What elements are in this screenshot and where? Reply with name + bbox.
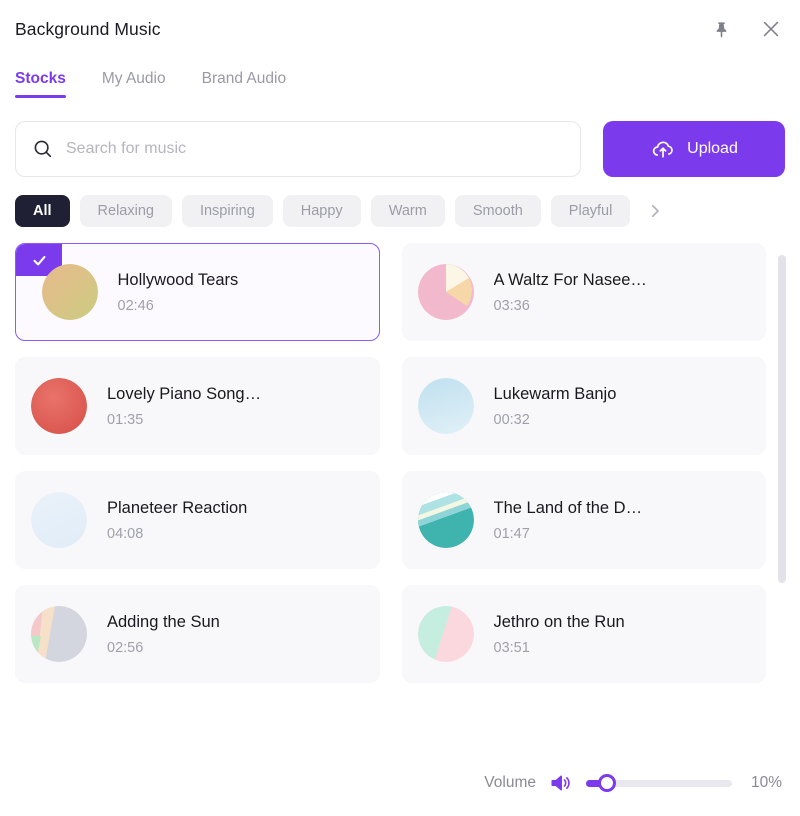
chip-smooth-label: Smooth (472, 203, 523, 219)
track-duration: 01:35 (107, 411, 144, 428)
track-meta (494, 744, 751, 752)
track-card[interactable] (15, 699, 380, 758)
track-card[interactable]: Planeteer Reaction 04:08 (15, 471, 380, 569)
track-list-scrollbar[interactable] (778, 255, 786, 598)
track-card[interactable]: A Waltz For Nasee… 03:36 (401, 243, 766, 341)
chip-all[interactable]: All (15, 195, 70, 227)
track-title: Planeteer Reaction (107, 498, 248, 517)
track-title: A Waltz For Nasee… (493, 270, 647, 289)
chip-playful-label: Playful (568, 203, 613, 219)
chip-all-label: All (33, 203, 52, 219)
volume-bar: Volume 10% (0, 758, 800, 816)
chevron-right-icon[interactable] (642, 195, 668, 227)
track-card[interactable]: Jethro on the Run 03:51 (401, 585, 766, 683)
track-artwork (31, 378, 87, 434)
panel-header: Background Music (0, 0, 800, 58)
track-artwork (31, 606, 87, 662)
track-title: Adding the Sun (107, 612, 220, 631)
background-music-panel: Background Music Stocks My Audio Brand A… (0, 0, 800, 816)
close-icon[interactable] (756, 14, 786, 44)
volume-slider[interactable] (586, 774, 732, 792)
category-chips: All Relaxing Inspiring Happy Warm Smooth… (0, 177, 800, 227)
track-meta: Hollywood Tears 02:46 (118, 271, 365, 314)
track-grid: Hollywood Tears 02:46 A Waltz For Nasee… 03… (0, 243, 800, 758)
track-artwork (41, 264, 98, 320)
track-title: Lovely Piano Song… (107, 384, 262, 403)
search-row: Upload (0, 103, 800, 177)
header-actions (706, 14, 786, 44)
track-artwork (417, 492, 474, 548)
speaker-icon[interactable] (548, 770, 574, 796)
track-duration: 03:51 (493, 639, 530, 656)
track-artwork (417, 720, 474, 758)
track-card[interactable]: Lovely Piano Song… 01:35 (15, 357, 380, 455)
search-box[interactable] (15, 121, 581, 177)
scrollbar-thumb[interactable] (778, 255, 786, 583)
track-artwork (31, 492, 87, 548)
track-artwork (417, 606, 474, 662)
search-icon (32, 138, 54, 160)
track-duration: 00:32 (493, 411, 530, 428)
chip-smooth[interactable]: Smooth (454, 195, 541, 227)
chip-inspiring[interactable]: Inspiring (181, 195, 273, 227)
track-duration: 02:56 (107, 639, 144, 656)
tab-brand-audio-label: Brand Audio (201, 70, 287, 87)
chip-playful[interactable]: Playful (550, 195, 631, 227)
track-title: Jethro on the Run (493, 612, 625, 631)
track-title: The Land of the D… (493, 498, 643, 517)
chip-warm[interactable]: Warm (370, 195, 445, 227)
track-meta: A Waltz For Nasee… 03:36 (494, 271, 751, 314)
volume-slider-knob[interactable] (597, 774, 616, 792)
track-meta: Adding the Sun 02:56 (107, 613, 364, 656)
track-meta: Jethro on the Run 03:51 (494, 613, 751, 656)
track-card[interactable] (401, 699, 766, 758)
chip-relaxing-label: Relaxing (97, 203, 154, 219)
upload-button-label: Upload (687, 140, 738, 157)
volume-label: Volume (484, 774, 536, 791)
track-card[interactable]: Adding the Sun 02:56 (15, 585, 380, 683)
track-duration: 03:36 (493, 297, 530, 314)
upload-button[interactable]: Upload (603, 121, 785, 177)
track-duration: 02:46 (117, 297, 154, 314)
chip-relaxing[interactable]: Relaxing (79, 195, 172, 227)
tab-my-audio[interactable]: My Audio (102, 70, 184, 98)
track-duration: 01:47 (493, 525, 530, 542)
track-card[interactable]: Hollywood Tears 02:46 (15, 243, 380, 341)
track-title: Lukewarm Banjo (493, 384, 617, 403)
track-card[interactable]: The Land of the D… 01:47 (401, 471, 766, 569)
track-meta: Planeteer Reaction 04:08 (107, 499, 364, 542)
chip-happy-label: Happy (300, 203, 343, 219)
upload-cloud-icon (650, 136, 676, 162)
tab-stocks[interactable]: Stocks (15, 70, 66, 98)
track-meta: The Land of the D… 01:47 (494, 499, 751, 542)
search-input[interactable] (66, 140, 564, 158)
track-artwork (417, 264, 474, 320)
tab-bar: Stocks My Audio Brand Audio (0, 58, 800, 103)
track-meta: Lukewarm Banjo 00:32 (494, 385, 751, 428)
pin-icon[interactable] (706, 14, 736, 44)
tab-stocks-label: Stocks (15, 70, 66, 87)
tab-my-audio-label: My Audio (101, 70, 166, 87)
page-title: Background Music (15, 18, 161, 39)
chip-warm-label: Warm (388, 203, 427, 219)
chip-inspiring-label: Inspiring (199, 203, 255, 219)
chip-happy[interactable]: Happy (282, 195, 361, 227)
volume-percent: 10% (750, 774, 782, 791)
track-artwork (31, 720, 87, 758)
track-title: Hollywood Tears (117, 270, 239, 289)
track-meta: Lovely Piano Song… 01:35 (107, 385, 364, 428)
track-artwork (417, 378, 474, 434)
track-list: Hollywood Tears 02:46 A Waltz For Nasee… 03… (0, 243, 800, 758)
track-card[interactable]: Lukewarm Banjo 00:32 (401, 357, 766, 455)
track-duration: 04:08 (107, 525, 144, 542)
tab-brand-audio[interactable]: Brand Audio (202, 70, 304, 98)
track-meta (107, 744, 364, 752)
